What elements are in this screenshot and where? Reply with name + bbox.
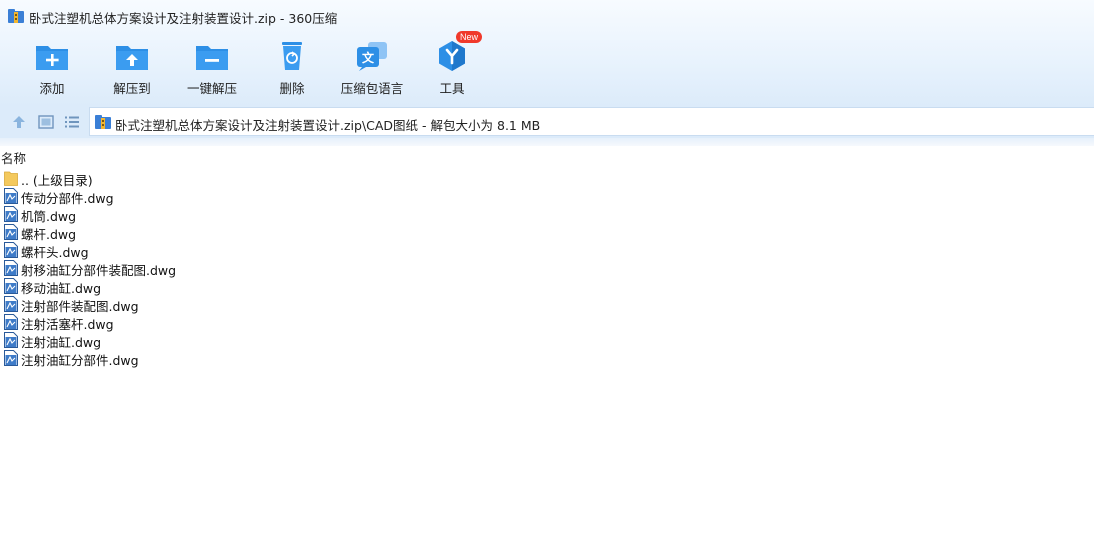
- add-label: 添加: [39, 81, 65, 96]
- file-row[interactable]: 传动分部件.dwg: [0, 187, 1094, 206]
- archive-language-label: 压缩包语言: [340, 81, 404, 96]
- column-header-name[interactable]: 名称: [1, 148, 26, 167]
- file-name: 注射油缸分部件.dwg: [21, 353, 139, 368]
- dwg-file-icon: [4, 296, 18, 312]
- archive-app-icon: [8, 9, 24, 23]
- dwg-file-icon: [4, 278, 18, 294]
- address-bar[interactable]: 卧式注塑机总体方案设计及注射装置设计.zip\CAD图纸 - 解包大小为 8.1…: [89, 107, 1094, 136]
- list-view-icon[interactable]: [63, 113, 81, 131]
- new-badge: New: [456, 31, 483, 43]
- window-title: 卧式注塑机总体方案设计及注射装置设计.zip - 360压缩: [29, 11, 338, 26]
- dwg-file-icon: [4, 188, 18, 204]
- one-click-extract-button[interactable]: 一键解压: [172, 38, 252, 98]
- address-row: 卧式注塑机总体方案设计及注射装置设计.zip\CAD图纸 - 解包大小为 8.1…: [0, 106, 1094, 138]
- delete-label: 删除: [279, 81, 305, 96]
- file-row[interactable]: 移动油缸.dwg: [0, 277, 1094, 296]
- folder-icon: [4, 171, 18, 186]
- list-top-strip: [0, 138, 1094, 146]
- archive-language-button[interactable]: 文 压缩包语言: [332, 38, 412, 98]
- tools-hexagon-icon: [439, 41, 465, 71]
- dwg-file-icon: [4, 332, 18, 348]
- app-window: 卧式注塑机总体方案设计及注射装置设计.zip - 360压缩 添加 解压到 一键…: [0, 0, 1094, 534]
- title-bar: 卧式注塑机总体方案设计及注射装置设计.zip - 360压缩: [0, 0, 1094, 32]
- file-list: .. (上级目录) 传动分部件.dwg 机筒.dwg 螺杆.dwg 螺杆头.dwg 射移油…: [0, 169, 1094, 368]
- dwg-file-icon: [4, 242, 18, 258]
- trash-recycle-icon: [282, 42, 302, 70]
- dwg-file-icon: [4, 260, 18, 276]
- up-arrow-icon[interactable]: [10, 113, 28, 131]
- file-row[interactable]: 注射活塞杆.dwg: [0, 313, 1094, 332]
- folder-minus-icon: [196, 46, 228, 70]
- file-row[interactable]: 注射油缸分部件.dwg: [0, 349, 1094, 368]
- dwg-file-icon: [4, 206, 18, 222]
- window-chrome: 卧式注塑机总体方案设计及注射装置设计.zip - 360压缩 添加 解压到 一键…: [0, 0, 1094, 106]
- file-row[interactable]: 射移油缸分部件装配图.dwg: [0, 259, 1094, 278]
- svg-text:文: 文: [362, 50, 375, 65]
- tools-label: 工具: [439, 81, 465, 96]
- file-row[interactable]: 机筒.dwg: [0, 205, 1094, 224]
- tools-button[interactable]: New 工具: [412, 31, 492, 98]
- one-click-extract-label: 一键解压: [186, 81, 237, 96]
- archive-icon: [95, 115, 111, 129]
- add-button[interactable]: 添加: [12, 38, 92, 98]
- folder-add-icon: [36, 46, 68, 70]
- dwg-file-icon: [4, 224, 18, 240]
- language-icon: 文: [357, 42, 387, 71]
- toolbar: 添加 解压到 一键解压 删除 文 压缩包语言 New 工具: [0, 31, 700, 100]
- file-row[interactable]: 注射油缸.dwg: [0, 331, 1094, 350]
- extract-to-label: 解压到: [113, 81, 151, 96]
- folder-extract-icon: [116, 46, 148, 70]
- address-path: 卧式注塑机总体方案设计及注射装置设计.zip\CAD图纸 - 解包大小为 8.1…: [115, 118, 541, 133]
- file-row[interactable]: 螺杆.dwg: [0, 223, 1094, 242]
- extract-to-button[interactable]: 解压到: [92, 38, 172, 98]
- thumbnail-view-icon[interactable]: [37, 113, 55, 131]
- dwg-file-icon: [4, 314, 18, 330]
- file-row[interactable]: 螺杆头.dwg: [0, 241, 1094, 260]
- delete-button[interactable]: 删除: [252, 38, 332, 98]
- file-row[interactable]: 注射部件装配图.dwg: [0, 295, 1094, 314]
- parent-directory-row[interactable]: .. (上级目录): [0, 169, 1094, 188]
- dwg-file-icon: [4, 350, 18, 366]
